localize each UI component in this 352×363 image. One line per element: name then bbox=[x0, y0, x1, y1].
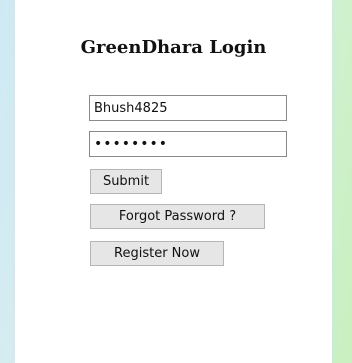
login-title: GreenDhara Login bbox=[80, 37, 267, 58]
register-now-button[interactable]: Register Now bbox=[90, 241, 224, 266]
login-panel: GreenDhara Login Submit Forgot Password … bbox=[15, 0, 332, 363]
submit-button[interactable]: Submit bbox=[90, 169, 162, 194]
username-input[interactable] bbox=[89, 95, 287, 121]
forgot-password-button[interactable]: Forgot Password ? bbox=[90, 204, 265, 229]
password-input[interactable] bbox=[89, 131, 287, 157]
